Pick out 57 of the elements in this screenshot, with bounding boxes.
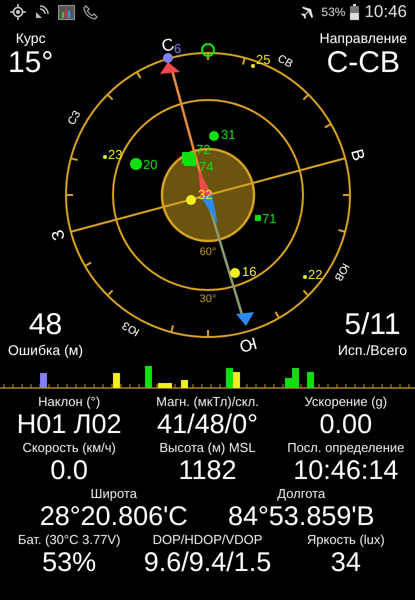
satellite-number: 72 (196, 142, 210, 157)
reading-label: Наклон (°) (38, 394, 100, 409)
battery-percent: 53% (321, 5, 346, 19)
satellite-number: 71 (262, 211, 276, 226)
satellite-number: 16 (242, 264, 256, 279)
circle-marker-icon (201, 43, 215, 57)
phone-icon (83, 4, 98, 20)
satellite-number: 22 (308, 267, 322, 282)
compass-label: СВ (275, 52, 295, 71)
reading-label: Ускорение (g) (304, 394, 388, 409)
reading-value: 84°53.859'В (228, 501, 375, 532)
direction-label: Направление (320, 30, 407, 46)
reading-label: Яркость (lux) (306, 532, 385, 547)
satellite-number: 74 (199, 159, 214, 174)
satellite-count-value: 5/11 (344, 308, 401, 342)
reading-label: Скорость (км/ч) (22, 440, 116, 455)
satellite-number: 20 (143, 157, 158, 172)
reading-value: 28°20.806'С (40, 501, 188, 532)
reading-label: Посл. определение (287, 440, 404, 455)
satellite-number: 25 (256, 52, 270, 67)
reading-value: 0.00 (320, 409, 372, 440)
reading-value: 9.6/9.4/1.5 (144, 547, 272, 578)
reading-value: 1182 (178, 455, 237, 486)
satellite-number: 6 (174, 41, 182, 56)
reading-label: Широта (90, 486, 137, 501)
reading-label: Долгота (277, 486, 326, 501)
error-value: 48 (28, 308, 62, 342)
satellite-count-label: Исп./Всего (338, 342, 407, 358)
chart-icon (58, 4, 75, 20)
reading-value: 41/48/0° (157, 409, 258, 440)
crosshair-icon (10, 4, 26, 20)
clock-time: 10:46 (364, 2, 407, 22)
reading-value: 10:46:14 (293, 455, 398, 486)
direction-value: С-СВ (326, 46, 400, 80)
compass-label: З (48, 228, 69, 243)
reading-label: Бат. (30°C 3.77V) (18, 532, 120, 547)
error-label: Ошибка (м) (8, 342, 84, 358)
reading-value: 53% (42, 547, 96, 578)
elevation-label: 60° (200, 246, 216, 258)
satellite-number: 23 (108, 147, 122, 162)
compass-label: ЮВ (332, 261, 352, 284)
elevation-label: 30° (200, 293, 216, 305)
reading-label: DOP/HDOP/VDOP (152, 532, 262, 547)
compass-label: В (347, 146, 368, 163)
compass-label: ЮЗ (120, 318, 142, 338)
satellite-number: 31 (221, 127, 236, 142)
course-value: 15° (8, 46, 54, 80)
compass-label: СЗ (66, 108, 84, 128)
battery-icon (350, 4, 360, 20)
compass-label: Ю (237, 333, 259, 356)
reading-label: Магн. (мкТл)/скл. (156, 394, 259, 409)
reading-value: 34 (330, 547, 361, 578)
reading-label: Высота (м) MSL (159, 440, 256, 455)
course-label: Курс (16, 30, 46, 46)
reading-value: 0.0 (50, 455, 88, 486)
reading-value: Н01 Л02 (16, 409, 122, 440)
satellite-dish-icon (34, 4, 50, 20)
